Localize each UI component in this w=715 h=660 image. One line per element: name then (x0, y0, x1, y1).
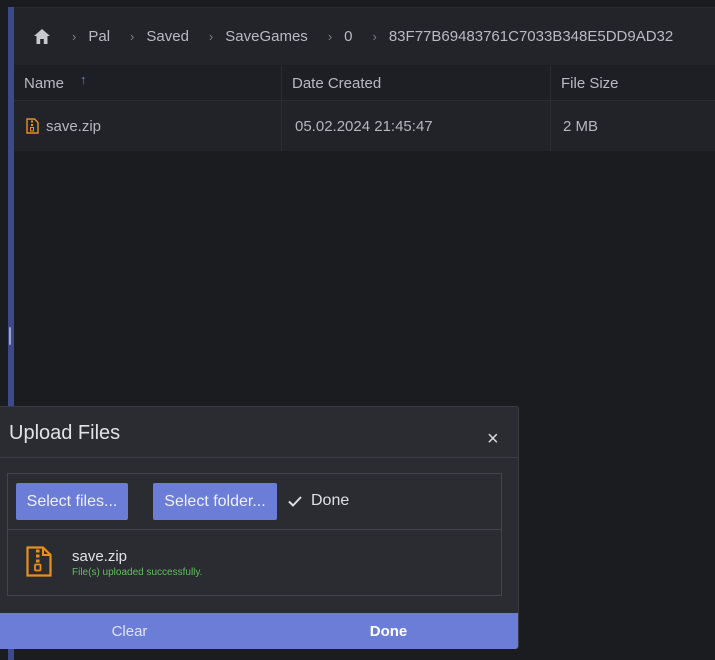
upload-status: Done (288, 492, 349, 510)
chevron-right-icon: › (208, 29, 214, 44)
column-header-date-label: Date Created (292, 74, 382, 92)
column-header-date[interactable]: Date Created (282, 66, 551, 100)
file-size: 2 MB (563, 117, 599, 135)
upload-toolbar: Select files... Select folder... Done (8, 474, 501, 530)
close-icon[interactable]: × (487, 429, 499, 449)
upload-item-status: File(s) uploaded successfully. (72, 567, 203, 578)
column-header-size[interactable]: File Size (551, 66, 715, 100)
upload-box: Select files... Select folder... Done sa… (7, 473, 502, 596)
dialog-title: Upload Files (9, 422, 121, 444)
arrow-up-icon: ↑ (80, 71, 87, 87)
select-files-button[interactable]: Select files... (16, 483, 128, 520)
breadcrumb-item-0[interactable]: 0 (344, 28, 352, 45)
column-header-name-label: Name (24, 74, 65, 92)
zip-file-icon (26, 546, 52, 582)
clear-button[interactable]: Clear (0, 613, 259, 649)
divider (0, 457, 518, 458)
file-date: 05.02.2024 21:45:47 (295, 117, 433, 135)
cell-date: 05.02.2024 21:45:47 (282, 101, 551, 151)
table-row[interactable]: save.zip 05.02.2024 21:45:47 2 MB (14, 101, 715, 151)
breadcrumb-item-pal[interactable]: Pal (88, 28, 110, 45)
dialog-footer: Clear Done (0, 613, 518, 649)
chevron-right-icon: › (130, 29, 135, 44)
chevron-right-icon: › (72, 29, 77, 44)
top-strip (14, 0, 715, 8)
cell-size: 2 MB (551, 101, 715, 151)
file-name[interactable]: save.zip (46, 118, 101, 135)
upload-status-label: Done (311, 492, 350, 509)
file-table: Name ↑ Date Created File Size save.zip 0… (14, 66, 715, 151)
column-header-size-label: File Size (561, 74, 619, 92)
cell-name: save.zip (14, 101, 282, 151)
breadcrumb-item-savegames[interactable]: SaveGames (225, 28, 308, 45)
select-folder-button[interactable]: Select folder... (153, 483, 277, 520)
column-header-name[interactable]: Name ↑ (14, 66, 282, 100)
chevron-right-icon: › (327, 29, 333, 44)
upload-list-item: save.zip File(s) uploaded successfully. (8, 530, 501, 595)
breadcrumb: › Pal › Saved › SaveGames › 0 › 83F77B69… (14, 8, 715, 65)
resize-handle[interactable] (9, 327, 11, 345)
done-button[interactable]: Done (259, 613, 518, 649)
upload-dialog: Upload Files × Select files... Select fo… (0, 406, 519, 649)
upload-item-name: save.zip (72, 548, 128, 565)
breadcrumb-item-saved[interactable]: Saved (146, 28, 189, 45)
home-icon[interactable] (32, 27, 52, 47)
check-icon (288, 495, 302, 507)
zip-file-icon (26, 118, 39, 134)
chevron-right-icon: › (372, 29, 377, 44)
breadcrumb-item-current[interactable]: 83F77B69483761C7033B348E5DD9AD32 (389, 28, 673, 45)
table-header: Name ↑ Date Created File Size (14, 66, 715, 101)
